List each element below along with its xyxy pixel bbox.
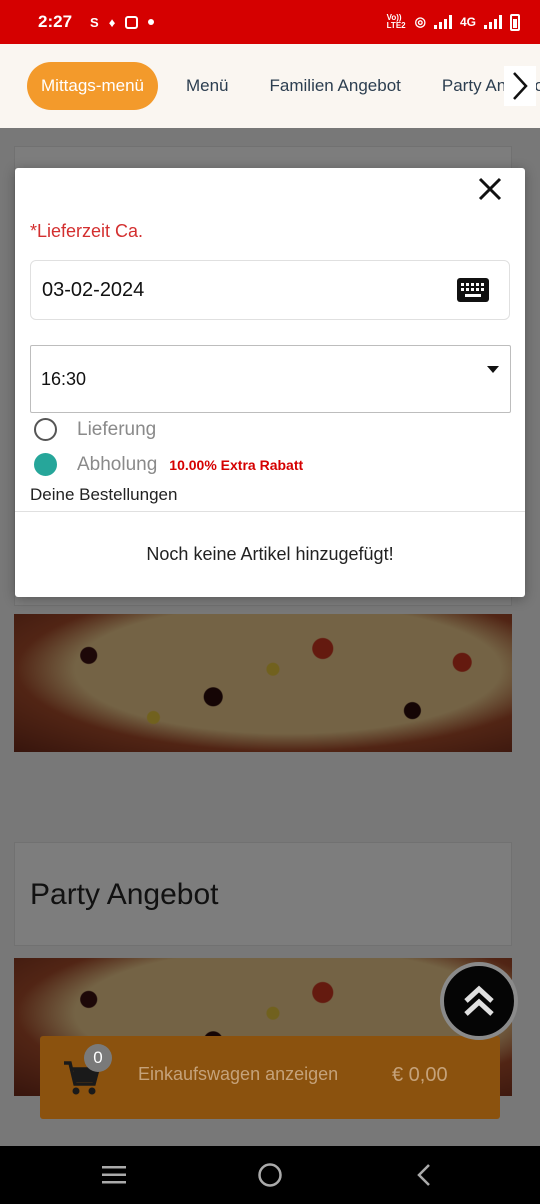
divider	[15, 511, 525, 512]
notification-icons: S ♦	[90, 14, 155, 30]
caret-down-icon	[487, 366, 499, 373]
system-icons: Vo)) LTE2 ◎ 4G	[386, 13, 520, 31]
radio-lieferung[interactable]	[34, 418, 57, 441]
cart-label: Einkaufswagen anzeigen	[138, 1064, 339, 1084]
back-icon[interactable]	[414, 1162, 434, 1188]
home-icon[interactable]	[257, 1162, 283, 1188]
option-abholung[interactable]: Abholung 10.00% Extra Rabatt	[34, 453, 303, 476]
option-lieferung[interactable]: Lieferung	[34, 418, 156, 441]
status-bar: 2:27 S ♦ Vo)) LTE2 ◎ 4G	[0, 0, 540, 44]
keyboard-icon[interactable]	[457, 278, 489, 302]
option-label: Lieferung	[77, 418, 157, 440]
date-value: 03-02-2024	[42, 278, 145, 301]
empty-cart-message: Noch keine Artikel hinzugefügt!	[146, 544, 394, 564]
double-chevron-up-icon	[464, 985, 494, 1016]
category-nav: Mittags-menü Menü Familien Angebot Party…	[0, 44, 540, 128]
dot-icon	[148, 19, 155, 25]
close-icon[interactable]	[477, 176, 503, 202]
orders-title: Deine Bestellungen	[30, 485, 178, 504]
system-navigation-bar	[0, 1146, 540, 1204]
delivery-time-label: *Lieferzeit Ca.	[30, 221, 144, 241]
cart-total: € 0,00	[392, 1064, 448, 1086]
time-value: 16:30	[41, 368, 87, 389]
status-time: 2:27	[38, 12, 73, 31]
category-tab-mittags-menu[interactable]: Mittags-menü	[27, 62, 158, 110]
recent-apps-icon[interactable]	[101, 1164, 127, 1186]
date-input[interactable]: 03-02-2024	[30, 260, 510, 320]
radio-abholung[interactable]	[34, 453, 57, 476]
cart-count-badge: 0	[84, 1044, 112, 1072]
hotspot-icon: ◎	[414, 14, 426, 29]
volte-indicator: Vo)) LTE2	[386, 13, 406, 30]
discount-badge: 10.00% Extra Rabatt	[169, 456, 304, 473]
category-tab-menu[interactable]: Menü	[186, 76, 229, 96]
notification-icon: ♦	[108, 14, 116, 30]
battery-icon	[510, 13, 520, 31]
signal-icon-2	[484, 15, 502, 29]
chevron-right-icon	[513, 72, 528, 100]
instagram-icon	[125, 15, 139, 29]
delivery-modal: *Lieferzeit Ca. 03-02-2024 16:30 Lieferu…	[15, 168, 525, 597]
network-type: 4G	[459, 15, 476, 29]
category-tab-familien-angebot[interactable]: Familien Angebot	[270, 76, 401, 96]
scroll-to-top-button[interactable]	[440, 962, 518, 1040]
signal-icon	[433, 15, 452, 29]
notification-icon: S	[90, 14, 99, 30]
option-label: Abholung	[77, 453, 158, 475]
cart-bar[interactable]: 0 Einkaufswagen anzeigen € 0,00	[40, 1036, 500, 1119]
nav-next-button[interactable]	[504, 66, 536, 106]
time-select[interactable]: 16:30	[30, 345, 511, 413]
